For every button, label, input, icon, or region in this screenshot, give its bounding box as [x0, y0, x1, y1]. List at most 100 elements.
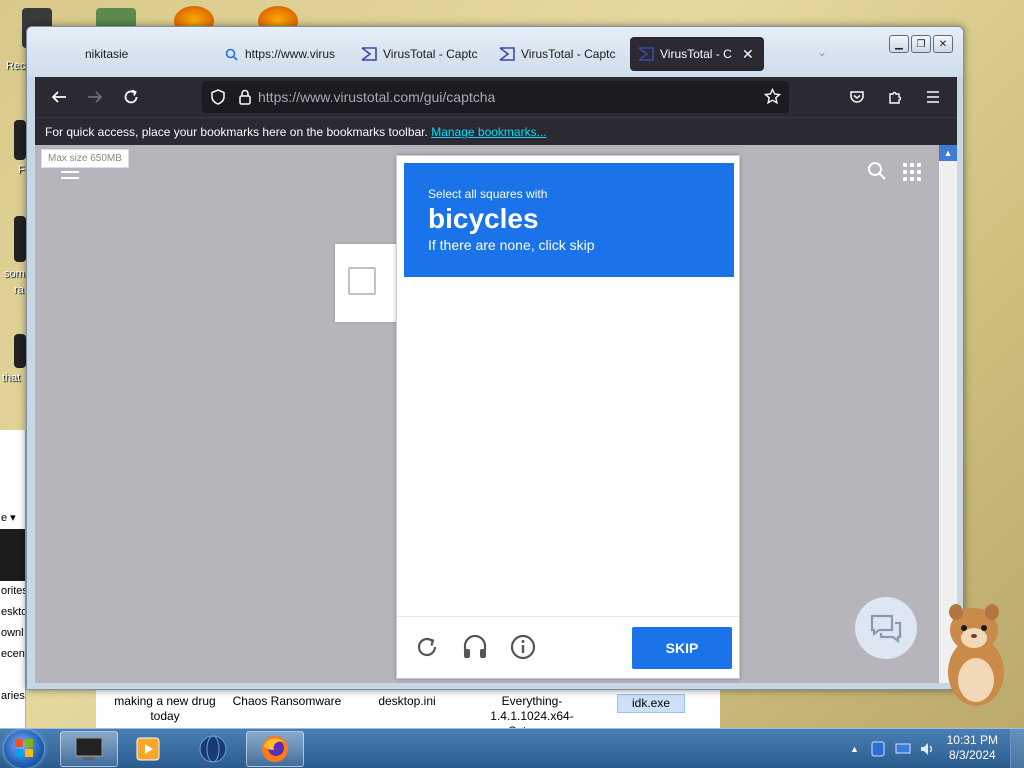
tab-list-chevron-icon[interactable]: ⌄ [817, 45, 827, 59]
captcha-tile[interactable] [653, 366, 734, 447]
captcha-tile[interactable] [570, 448, 651, 529]
back-button[interactable] [41, 81, 77, 113]
explorer-nav-item[interactable]: e ▾ [0, 508, 25, 529]
captcha-tile[interactable] [653, 283, 734, 364]
explorer-nav-item[interactable] [0, 529, 25, 581]
address-bar[interactable]: https://www.virustotal.com/gui/captcha [202, 81, 789, 113]
reload-icon [124, 89, 138, 104]
tab-virustotal-captcha-active[interactable]: VirusTotal - Ca ✕ [630, 37, 764, 71]
taskbar-app-terminal[interactable] [60, 731, 118, 767]
desktop-icon-label: som [4, 268, 25, 280]
captcha-tile[interactable] [570, 283, 651, 364]
taskbar: ▲ 10:31 PM 8/3/2024 [0, 728, 1024, 768]
clock-date: 8/3/2024 [948, 748, 996, 762]
tray-app-icon[interactable] [871, 741, 885, 757]
desktop-icon-label: ra [14, 284, 24, 296]
scroll-up-icon[interactable]: ▲ [939, 145, 957, 161]
extensions-icon[interactable] [877, 81, 913, 113]
captcha-challenge: Select all squares with bicycles If ther… [396, 155, 740, 679]
minimize-button[interactable]: ▁ [889, 35, 909, 53]
volume-icon[interactable] [919, 741, 935, 757]
close-window-button[interactable]: ✕ [933, 35, 953, 53]
monitor-icon [75, 737, 103, 760]
close-tab-icon[interactable]: ✕ [742, 46, 754, 63]
forward-button[interactable] [77, 81, 113, 113]
info-icon[interactable] [509, 633, 537, 661]
captcha-tile[interactable] [404, 531, 485, 612]
desktop-icon[interactable] [96, 8, 136, 28]
desktop-icon[interactable] [14, 334, 26, 368]
captcha-tile[interactable] [404, 366, 485, 447]
explorer-nav-item[interactable]: orites [0, 581, 25, 602]
tab-title: nikitasie [85, 47, 129, 61]
audio-challenge-icon[interactable] [461, 633, 489, 661]
explorer-nav-item[interactable]: aries [0, 686, 25, 707]
firefox-icon [262, 736, 288, 762]
shield-icon[interactable] [210, 89, 226, 105]
explorer-nav-item[interactable]: eskto [0, 602, 25, 623]
lock-icon[interactable] [238, 89, 252, 105]
file-name: desktop.ini [378, 694, 436, 708]
file-name: idk.exe [616, 694, 686, 713]
search-icon [223, 46, 239, 62]
chat-button[interactable] [855, 597, 917, 659]
explorer-nav-item[interactable]: ownl [0, 623, 25, 644]
file-item[interactable]: making a new drug today [110, 694, 220, 724]
show-hidden-icons-icon[interactable]: ▲ [850, 744, 859, 754]
tab-title: VirusTotal - Captc [383, 47, 478, 61]
back-arrow-icon [51, 91, 66, 103]
desktop-icon[interactable] [14, 120, 26, 160]
captcha-tile[interactable] [653, 448, 734, 529]
network-icon[interactable] [895, 742, 911, 756]
captcha-tile[interactable] [404, 448, 485, 529]
clock[interactable]: 10:31 PM 8/3/2024 [947, 733, 998, 763]
media-player-icon [136, 737, 160, 761]
captcha-tile[interactable] [653, 531, 734, 612]
captcha-instruction-line: Select all squares with [428, 187, 548, 201]
captcha-tile[interactable] [487, 366, 568, 447]
captcha-tile[interactable] [570, 531, 651, 612]
tab-virus-search[interactable]: https://www.virus [215, 37, 343, 71]
tab-strip: nikitasie https://www.virus VirusTotal -… [27, 27, 963, 77]
captcha-tile[interactable] [487, 531, 568, 612]
file-item[interactable]: idk.exe [596, 694, 706, 713]
captcha-checkbox-widget [335, 244, 397, 322]
page-content: Select all squares with bicycles If ther… [35, 145, 939, 683]
captcha-tile[interactable] [487, 448, 568, 529]
desktop-icon-label: that [2, 372, 21, 384]
taskbar-app-globe[interactable] [184, 731, 242, 767]
taskbar-app-media-player[interactable] [120, 731, 178, 767]
file-item[interactable]: desktop.ini [352, 694, 462, 709]
reload-button[interactable] [113, 81, 149, 113]
maximize-button[interactable]: ❐ [911, 35, 931, 53]
apps-grid-icon[interactable] [903, 163, 921, 181]
manage-bookmarks-link[interactable]: Manage bookmarks... [431, 125, 546, 139]
tab-title: VirusTotal - Ca [660, 47, 732, 61]
globe-icon [199, 735, 227, 763]
explorer-nav-item[interactable]: ecent [0, 644, 25, 665]
bookmark-star-icon[interactable] [764, 88, 781, 105]
captcha-checkbox[interactable] [348, 267, 376, 295]
captcha-tile[interactable] [487, 283, 568, 364]
captcha-footer: SKIP [397, 616, 739, 680]
windows-logo-icon [15, 739, 33, 757]
desktop-icon[interactable] [14, 216, 26, 262]
start-button[interactable] [4, 730, 44, 768]
menu-icon[interactable] [915, 81, 951, 113]
explorer-nav-item[interactable] [0, 665, 25, 686]
search-icon[interactable] [867, 161, 887, 184]
show-desktop-button[interactable] [1010, 729, 1024, 768]
skip-button[interactable]: SKIP [632, 627, 732, 669]
hamster-desktop-pet[interactable] [940, 600, 1010, 708]
taskbar-app-firefox[interactable] [246, 731, 304, 767]
tab-virustotal-captcha[interactable]: VirusTotal - Captc [491, 37, 621, 71]
bookmarks-hint: For quick access, place your bookmarks h… [45, 125, 428, 139]
reload-challenge-icon[interactable] [413, 633, 441, 661]
tab-nikitasie[interactable]: nikitasie [77, 37, 205, 71]
tab-virustotal-captcha[interactable]: VirusTotal - Captc [353, 37, 483, 71]
file-item[interactable]: Chaos Ransomware [232, 694, 342, 709]
captcha-tile[interactable] [570, 366, 651, 447]
captcha-tile[interactable] [404, 283, 485, 364]
window-controls: ▁ ❐ ✕ [889, 35, 953, 53]
pocket-icon[interactable] [839, 81, 875, 113]
